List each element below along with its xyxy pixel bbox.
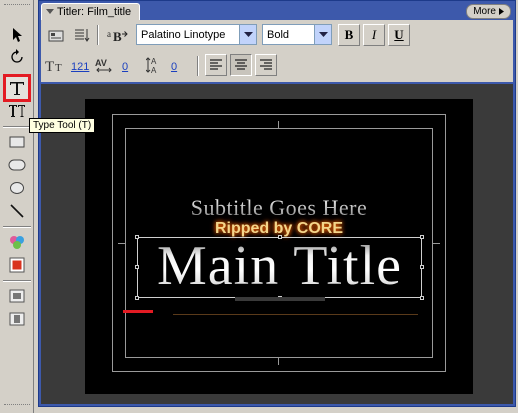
palette-separator (3, 126, 31, 128)
palette-separator (3, 226, 31, 228)
collapse-triangle-icon[interactable] (46, 9, 54, 15)
main-title-text[interactable]: Main Title (137, 231, 422, 301)
svg-text:T: T (45, 59, 54, 73)
font-size-icon-button: TT (45, 54, 67, 76)
svg-text:A: A (151, 66, 157, 74)
svg-text:B: B (113, 29, 122, 43)
rectangle-tool-button[interactable] (5, 131, 29, 153)
kerning-icon: AV (95, 58, 112, 73)
vertical-type-icon (9, 105, 25, 117)
kerning-icon-button: AV (95, 54, 117, 76)
line-icon (10, 204, 24, 218)
center-tick-bottom (278, 357, 279, 365)
italic-button[interactable]: I (363, 24, 385, 46)
svg-text:a: a (107, 29, 111, 39)
more-menu-button[interactable]: More (466, 4, 511, 19)
toolbar-separator (197, 56, 199, 76)
font-size-icon: TT (45, 59, 62, 73)
title-from-template-button[interactable] (45, 24, 67, 46)
center-tick-top (278, 121, 279, 129)
fill-color-tool-button[interactable] (5, 254, 29, 276)
titler-panel: Titler: Film_title More aB Palatino Lino… (38, 0, 516, 407)
leading-icon: AA (146, 57, 157, 74)
text-baseline (173, 314, 418, 315)
titler-tab[interactable]: Titler: Film_title (41, 3, 141, 20)
roll-crawl-options-button[interactable] (71, 24, 93, 46)
rounded-rectangle-icon (8, 159, 26, 171)
leading-icon-button: AA (145, 54, 167, 76)
toolbar-separator (97, 25, 99, 45)
align-tool-button[interactable] (5, 285, 29, 307)
palette-separator (3, 280, 31, 282)
distribute-icon (9, 312, 25, 326)
title-reflection (235, 297, 325, 301)
palette-grip[interactable] (4, 404, 30, 407)
rounded-rectangle-tool-button[interactable] (5, 154, 29, 176)
font-browse-icon: aB (107, 29, 128, 43)
more-label: More (473, 6, 496, 17)
styles-icon (10, 236, 24, 249)
align-right-button[interactable] (255, 54, 277, 76)
titler-toolbars: aB Palatino Linotype Bold B I U TT 121 A… (41, 20, 513, 82)
chevron-down-icon[interactable] (239, 25, 256, 44)
font-style-dropdown[interactable]: Bold (262, 24, 332, 45)
ellipse-icon (10, 182, 24, 194)
svg-text:AV: AV (95, 58, 107, 68)
chevron-down-icon[interactable] (314, 25, 331, 44)
browse-fonts-button[interactable]: aB (107, 24, 129, 46)
panel-tab-bar: Titler: Film_title More (41, 3, 513, 20)
align-center-icon (235, 59, 247, 70)
font-size-value[interactable]: 121 (71, 61, 89, 73)
toolbar-row-metrics: TT 121 AV 0 AA 0 (41, 51, 513, 81)
leading-value[interactable]: 0 (171, 61, 177, 73)
rotate-icon (11, 49, 23, 63)
svg-text:A: A (151, 57, 157, 66)
type-tool-button[interactable] (3, 74, 31, 102)
svg-text:T: T (55, 62, 62, 73)
template-icon (48, 30, 64, 42)
subtitle-text[interactable]: Subtitle Goes Here (85, 195, 473, 221)
align-left-icon (210, 59, 222, 70)
bold-button[interactable]: B (338, 24, 360, 46)
type-tool-tooltip: Type Tool (T) (29, 118, 96, 133)
tool-palette (0, 0, 34, 413)
titler-tab-label: Titler: Film_title (57, 5, 132, 18)
rotation-tool-button[interactable] (5, 46, 29, 68)
align-center-button[interactable] (230, 54, 252, 76)
roll-crawl-icon (75, 29, 90, 42)
align-left-button[interactable] (205, 54, 227, 76)
font-family-dropdown[interactable]: Palatino Linotype (136, 24, 257, 45)
arrow-pointer-icon (13, 28, 22, 42)
ellipse-tool-button[interactable] (5, 177, 29, 199)
titler-canvas-area: Subtitle Goes Here Ripped by CORE Main T… (41, 84, 513, 404)
rectangle-icon (9, 136, 25, 148)
font-style-value: Bold (267, 28, 290, 41)
distribute-tool-button[interactable] (5, 308, 29, 330)
underline-button[interactable]: U (388, 24, 410, 46)
selection-tool-button[interactable] (5, 24, 29, 46)
line-tool-button[interactable] (5, 200, 29, 222)
color-swatch-icon (9, 257, 25, 273)
vertical-type-tool-button[interactable] (5, 100, 29, 122)
font-family-value: Palatino Linotype (141, 28, 226, 41)
title-drawing-area[interactable]: Subtitle Goes Here Ripped by CORE Main T… (85, 99, 473, 394)
align-icon (9, 289, 25, 303)
align-right-icon (260, 59, 272, 70)
styles-tool-button[interactable] (5, 231, 29, 253)
menu-arrow-icon (499, 8, 504, 15)
text-cursor-marker (123, 310, 153, 313)
toolbar-row-font: aB Palatino Linotype Bold B I U (41, 20, 513, 50)
center-tick-left (118, 243, 126, 244)
kerning-value[interactable]: 0 (122, 61, 128, 73)
palette-grip[interactable] (4, 4, 30, 7)
center-tick-right (432, 243, 440, 244)
type-t-icon (10, 82, 24, 95)
